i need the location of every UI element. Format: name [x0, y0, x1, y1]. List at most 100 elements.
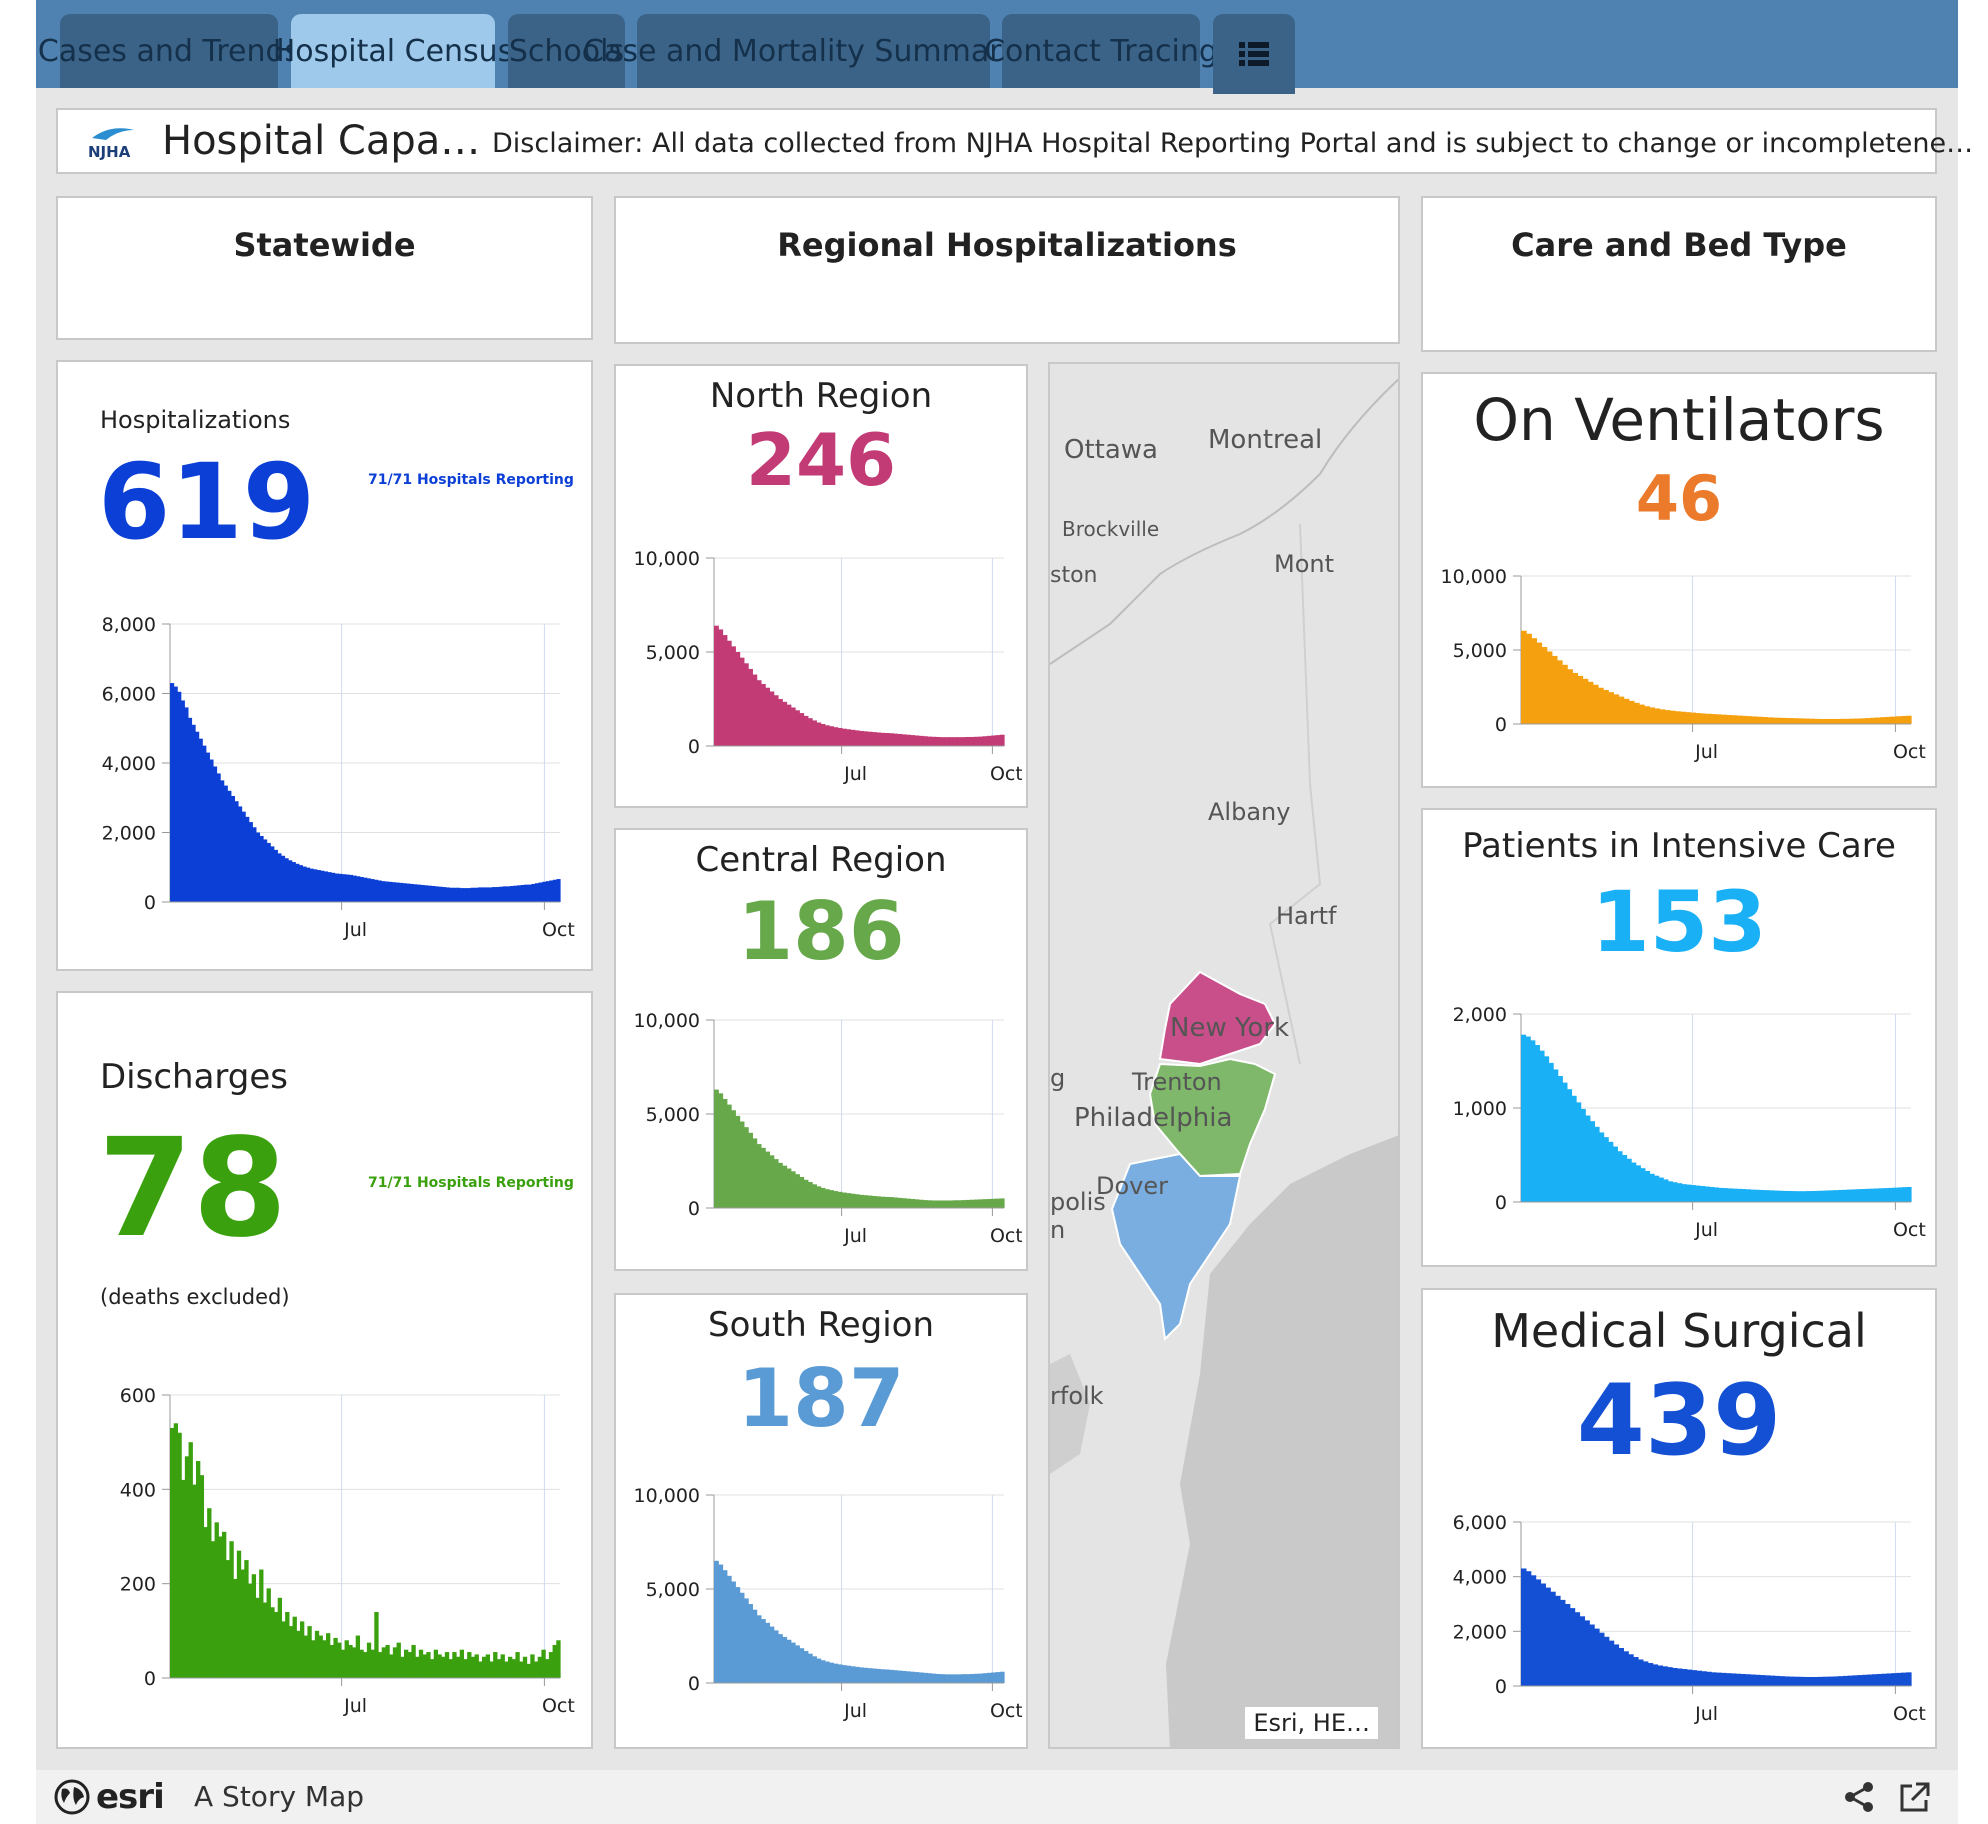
- chart-bar: [922, 736, 928, 746]
- chart-bar: [777, 1162, 783, 1208]
- chart-bar: [1543, 1056, 1550, 1202]
- chart-bar: [1718, 1187, 1724, 1202]
- central-region-card: Central Region 186 0 5,000 10,000 Jul Oct: [614, 828, 1028, 1271]
- chart-bar: [448, 1659, 453, 1678]
- chart-bar: [769, 691, 775, 746]
- chart-bar: [1777, 1190, 1784, 1202]
- chart-bar: [495, 887, 500, 902]
- chart-bar: [348, 874, 354, 902]
- chart-bar: [841, 728, 847, 746]
- chart-bar: [944, 1200, 950, 1208]
- tab-contact-tracing[interactable]: Contact Tracing: [984, 14, 1218, 88]
- chart-bar: [234, 801, 239, 902]
- chart-bar: [1842, 1675, 1849, 1686]
- discharges-note: (deaths excluded): [100, 1285, 290, 1309]
- tab-case-and-mortality-summaries[interactable]: Case and Mortality Summaries: [583, 14, 1044, 88]
- chart-bar: [549, 880, 554, 902]
- chart-bar: [400, 1656, 405, 1678]
- chart-bar: [931, 736, 937, 746]
- chart-bar: [893, 733, 898, 746]
- chart-bar: [965, 1199, 971, 1208]
- chart-bar: [995, 1198, 1001, 1208]
- chart-bar: [812, 1656, 817, 1683]
- chart-x-tick-label: Oct: [990, 1700, 1022, 1722]
- chart-bar: [782, 701, 788, 746]
- chart-bar: [777, 1634, 783, 1683]
- chart-bar: [1794, 1676, 1800, 1686]
- ventilators-chart: 0 5,000 10,000 Jul Oct: [1441, 566, 1926, 763]
- chart-bar: [1876, 1673, 1883, 1686]
- chart-bar: [474, 1654, 479, 1678]
- chart-bar: [323, 871, 329, 902]
- chart-bar: [1608, 1141, 1614, 1202]
- chart-bar: [952, 737, 958, 746]
- chart-bar: [1612, 1146, 1618, 1202]
- chart-bar: [820, 1660, 826, 1683]
- chart-bar: [316, 870, 321, 902]
- chart-bar: [508, 1656, 513, 1678]
- chart-bar: [1669, 710, 1676, 724]
- chart-bar: [366, 1642, 372, 1678]
- chart-bar: [1521, 1034, 1527, 1202]
- chart-bar: [786, 1639, 792, 1683]
- chart-bar: [1716, 1672, 1722, 1686]
- chart-bar: [402, 883, 407, 902]
- chart-bar: [859, 730, 864, 746]
- chart-bar: [969, 736, 975, 746]
- chart-bar: [192, 1484, 197, 1678]
- chart-bar: [1603, 1137, 1609, 1202]
- chart-bar: [409, 883, 414, 902]
- chart-bar: [824, 1189, 830, 1208]
- chart-bar: [534, 883, 540, 902]
- chart-y-tick-label: 5,000: [646, 1579, 700, 1601]
- care-title: Care and Bed Type: [1511, 226, 1847, 264]
- chart-bar: [1736, 715, 1743, 724]
- chart-bar: [854, 1194, 860, 1208]
- chart-bar: [519, 1661, 524, 1678]
- chart-bar: [303, 1635, 309, 1678]
- chart-bar: [1560, 1599, 1566, 1686]
- chart-bar: [1750, 1189, 1756, 1202]
- tab-cases-and-trends[interactable]: Cases and Trends: [38, 14, 300, 88]
- chart-bar: [765, 1622, 771, 1683]
- chart-bar: [1901, 1187, 1908, 1202]
- chart-bar: [1746, 716, 1753, 724]
- chart-bar: [748, 668, 753, 746]
- chart-x-tick-label: Jul: [343, 919, 367, 941]
- chart-bar: [355, 1635, 361, 1678]
- esri-logo[interactable]: esri: [54, 1776, 165, 1818]
- chart-bar: [731, 1581, 736, 1683]
- share-icon[interactable]: [1842, 1780, 1876, 1814]
- chart-bar: [1566, 1089, 1573, 1202]
- chart-bar: [829, 726, 835, 746]
- chart-bar: [520, 884, 525, 902]
- chart-bar: [722, 635, 728, 746]
- chart-bar: [522, 1656, 528, 1678]
- njha-logo: NJHA: [88, 128, 134, 160]
- chart-bar: [718, 1564, 724, 1683]
- tab-menu-button[interactable]: [1213, 14, 1295, 94]
- region-map[interactable]: Ottawa Montreal Brockville ston Mont Alb…: [1048, 362, 1400, 1749]
- chart-bar: [320, 870, 325, 902]
- chart-bar: [1885, 716, 1892, 724]
- chart-y-tick-label: 0: [688, 1198, 700, 1220]
- tab-hospital-census[interactable]: Hospital Census: [273, 14, 513, 88]
- icu-card: Patients in Intensive Care 153 0 1,000 2,0…: [1421, 808, 1937, 1267]
- chart-bar: [722, 1570, 728, 1683]
- chart-y-tick-label: 6,000: [102, 684, 156, 706]
- chart-bar: [799, 1648, 805, 1683]
- chart-bar: [1800, 1191, 1807, 1202]
- chart-bar: [829, 1662, 835, 1683]
- external-link-icon[interactable]: [1898, 1780, 1932, 1814]
- chart-bar: [914, 1672, 920, 1683]
- chart-bar: [198, 738, 203, 902]
- icu-title: Patients in Intensive Care: [1462, 826, 1896, 866]
- chart-bar: [803, 1651, 809, 1683]
- chart-bar: [1617, 1151, 1623, 1202]
- chart-bar: [1736, 1188, 1742, 1202]
- chart-bar: [1857, 1675, 1863, 1686]
- chart-bar: [782, 1165, 788, 1208]
- chart-y-tick-label: 0: [1495, 714, 1507, 736]
- map-attribution[interactable]: Esri, HE…: [1245, 1707, 1378, 1739]
- chart-bar: [1597, 687, 1604, 724]
